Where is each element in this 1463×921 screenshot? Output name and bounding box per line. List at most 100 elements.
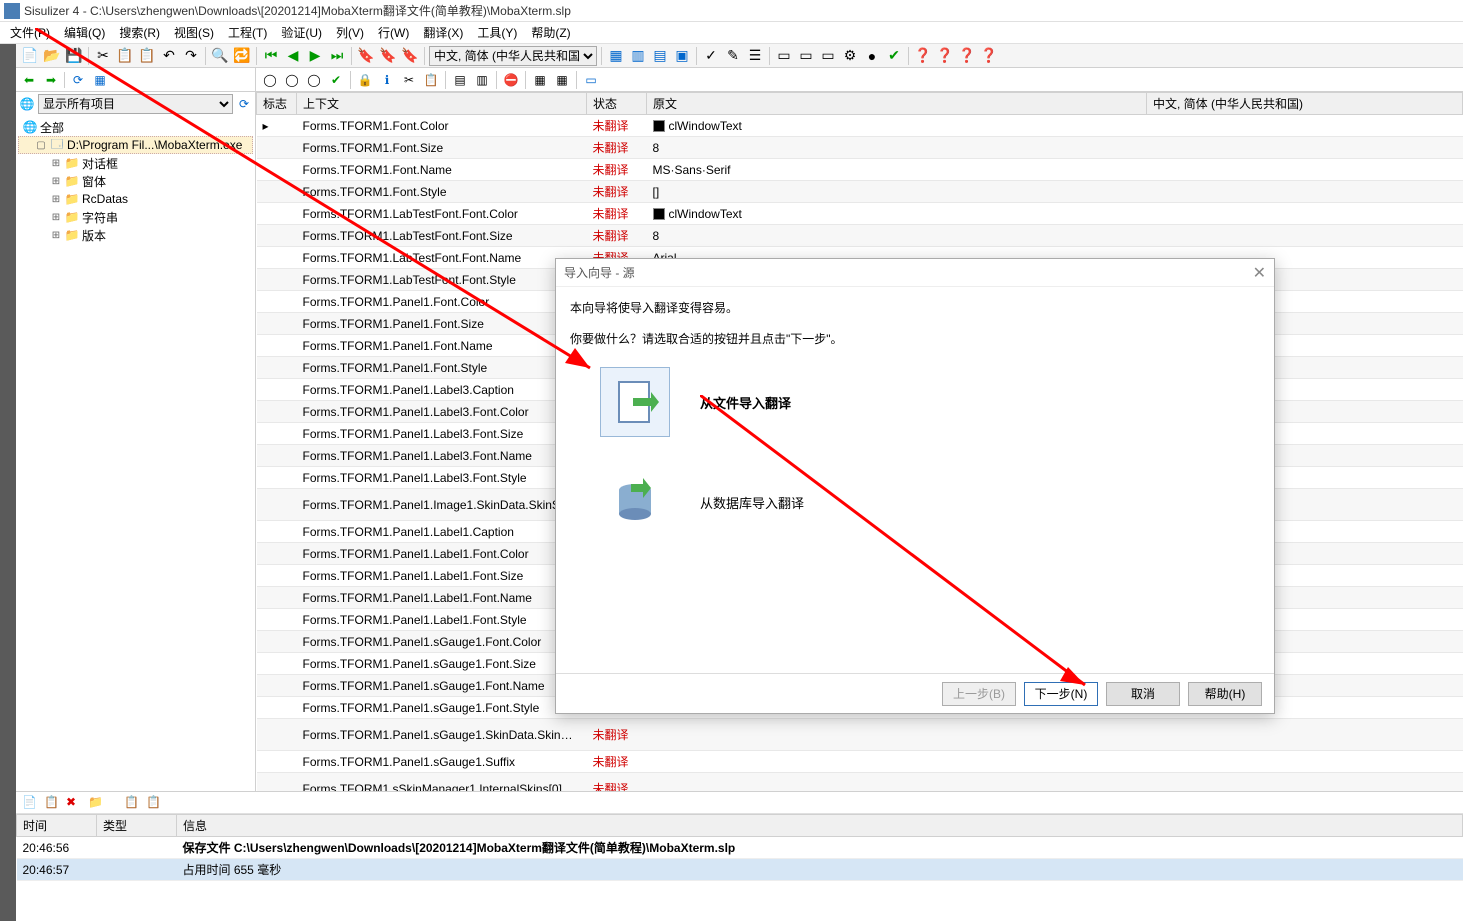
cell-target[interactable] — [1147, 181, 1463, 203]
log-row[interactable]: 20:46:56 保存文件 C:\Users\zhengwen\Download… — [17, 837, 1463, 859]
new-icon[interactable]: 📄 — [20, 46, 40, 66]
menu-row[interactable]: 行(W) — [372, 22, 415, 43]
copy-icon[interactable]: 📋 — [421, 70, 441, 90]
language-combo[interactable]: 中文, 简体 (中华人民共和国 — [429, 46, 597, 66]
col-context[interactable]: 上下文 — [297, 93, 587, 115]
layout4-icon[interactable]: ▣ — [672, 46, 692, 66]
grid-tool-icon[interactable]: ◯ — [282, 70, 302, 90]
project-tree[interactable]: 🌐 全部 ▢ 🗔 D:\Program Fil...\MobaXterm.exe… — [16, 116, 255, 791]
gear-icon[interactable]: ⚙ — [840, 46, 860, 66]
table-row[interactable]: Forms.TFORM1.Panel1.sGauge1.Suffix未翻译 — [257, 751, 1463, 773]
expand-icon[interactable]: ⊞ — [50, 212, 62, 223]
menu-tools[interactable]: 工具(Y) — [471, 22, 523, 43]
grid-check-icon[interactable]: ✔ — [326, 70, 346, 90]
log-copy-icon[interactable]: 📋 — [44, 795, 60, 811]
col-target[interactable]: 中文, 简体 (中华人民共和国) — [1147, 93, 1463, 115]
cell-target[interactable] — [1147, 137, 1463, 159]
redo-icon[interactable]: ↷ — [181, 46, 201, 66]
log-folder-icon[interactable]: 📁 — [88, 795, 104, 811]
close-icon[interactable]: ✕ — [1253, 263, 1266, 283]
table-row[interactable]: Forms.TFORM1.sSkinManager1.InternalSkins… — [257, 773, 1463, 792]
table-row[interactable]: Forms.TFORM1.LabTestFont.Font.Size未翻译8 — [257, 225, 1463, 247]
table-row[interactable]: Forms.TFORM1.Font.Name未翻译MS·Sans·Serif — [257, 159, 1463, 181]
spell-icon[interactable]: ✎ — [723, 46, 743, 66]
log-delete-icon[interactable]: ✖ — [66, 795, 82, 811]
find-icon[interactable]: 🔍 — [210, 46, 230, 66]
info-icon[interactable]: ℹ — [377, 70, 397, 90]
back-icon[interactable]: ⬅ — [20, 71, 38, 89]
check-icon[interactable]: ✔ — [884, 46, 904, 66]
expand-icon[interactable]: ⊞ — [50, 230, 62, 241]
grid-tool-icon[interactable]: ◯ — [260, 70, 280, 90]
tool-c-icon[interactable]: ● — [862, 46, 882, 66]
grid-tool-icon[interactable]: ▦ — [552, 70, 572, 90]
cell-target[interactable] — [1147, 115, 1463, 137]
cut-icon[interactable]: ✂ — [399, 70, 419, 90]
bookmark-icon[interactable]: 🔖 — [356, 46, 376, 66]
collapse-icon[interactable]: ▢ — [35, 140, 47, 151]
tree-opt-icon[interactable]: ▦ — [91, 71, 109, 89]
help2-icon[interactable]: ❓ — [935, 46, 955, 66]
menu-project[interactable]: 工程(T) — [222, 22, 273, 43]
log-col-time[interactable]: 时间 — [17, 815, 97, 837]
tree-item-dialogs[interactable]: ⊞ 📁 对话框 — [18, 154, 253, 172]
tree-root[interactable]: 🌐 全部 — [18, 118, 253, 136]
filter-refresh-icon[interactable]: ⟳ — [235, 95, 253, 113]
lock-icon[interactable]: 🔒 — [355, 70, 375, 90]
filter-combo[interactable]: 显示所有项目 — [38, 94, 233, 114]
cell-target[interactable] — [1147, 751, 1463, 773]
grid-tool-icon[interactable]: ▦ — [530, 70, 550, 90]
tool-a-icon[interactable]: ▭ — [796, 46, 816, 66]
grid-tool-icon[interactable]: ▭ — [581, 70, 601, 90]
forward-icon[interactable]: ➡ — [42, 71, 60, 89]
log-col-type[interactable]: 类型 — [97, 815, 177, 837]
option-import-db[interactable]: 从数据库导入翻译 — [600, 467, 1260, 537]
col-flag[interactable]: 标志 — [257, 93, 297, 115]
log-doc-icon[interactable]: 📄 — [22, 795, 38, 811]
play-icon[interactable]: ▶ — [305, 46, 325, 66]
menu-view[interactable]: 视图(S) — [168, 22, 220, 43]
replace-icon[interactable]: 🔁 — [232, 46, 252, 66]
cell-target[interactable] — [1147, 159, 1463, 181]
select-all-icon[interactable]: ▭ — [774, 46, 794, 66]
left-dock-strip[interactable] — [0, 44, 16, 921]
table-row[interactable]: Forms.TFORM1.Font.Size未翻译8 — [257, 137, 1463, 159]
translate-icon[interactable]: ☰ — [745, 46, 765, 66]
validate-icon[interactable]: ✓ — [701, 46, 721, 66]
bookmark-next-icon[interactable]: 🔖 — [378, 46, 398, 66]
menu-edit[interactable]: 编辑(Q) — [58, 22, 111, 43]
log-copy3-icon[interactable]: 📋 — [146, 795, 162, 811]
expand-icon[interactable]: ⊞ — [50, 158, 62, 169]
layout2-icon[interactable]: ▥ — [628, 46, 648, 66]
next-icon[interactable]: ⏭ — [327, 46, 347, 66]
tree-item-rcdatas[interactable]: ⊞ 📁 RcDatas — [18, 190, 253, 208]
table-row[interactable]: Forms.TFORM1.Font.Style未翻译[] — [257, 181, 1463, 203]
menu-file[interactable]: 文件(P) — [4, 22, 56, 43]
grid-tool-icon[interactable]: ▤ — [450, 70, 470, 90]
help3-icon[interactable]: ❓ — [957, 46, 977, 66]
bookmark-clear-icon[interactable]: 🔖 — [400, 46, 420, 66]
stop-icon[interactable]: ⛔ — [501, 70, 521, 90]
save-icon[interactable]: 💾 — [64, 46, 84, 66]
tree-exe-node[interactable]: ▢ 🗔 D:\Program Fil...\MobaXterm.exe — [18, 136, 253, 154]
grid-tool-icon[interactable]: ▥ — [472, 70, 492, 90]
tool-b-icon[interactable]: ▭ — [818, 46, 838, 66]
menu-column[interactable]: 列(V) — [330, 22, 370, 43]
table-row[interactable]: Forms.TFORM1.LabTestFont.Font.Color未翻译cl… — [257, 203, 1463, 225]
prev-icon[interactable]: ◀ — [283, 46, 303, 66]
undo-icon[interactable]: ↶ — [159, 46, 179, 66]
log-copy2-icon[interactable]: 📋 — [124, 795, 140, 811]
col-status[interactable]: 状态 — [587, 93, 647, 115]
log-row[interactable]: 20:46:57 占用时间 655 毫秒 — [17, 859, 1463, 881]
refresh-icon[interactable]: ⟳ — [69, 71, 87, 89]
cell-target[interactable] — [1147, 773, 1463, 792]
layout1-icon[interactable]: ▦ — [606, 46, 626, 66]
menu-help[interactable]: 帮助(Z) — [525, 22, 576, 43]
open-icon[interactable]: 📂 — [42, 46, 62, 66]
cut-icon[interactable]: ✂ — [93, 46, 113, 66]
menu-translate[interactable]: 翻译(X) — [417, 22, 469, 43]
help-button[interactable]: 帮助(H) — [1188, 682, 1262, 706]
help4-icon[interactable]: ❓ — [979, 46, 999, 66]
tree-item-forms[interactable]: ⊞ 📁 窗体 — [18, 172, 253, 190]
expand-icon[interactable]: ⊞ — [50, 194, 62, 205]
